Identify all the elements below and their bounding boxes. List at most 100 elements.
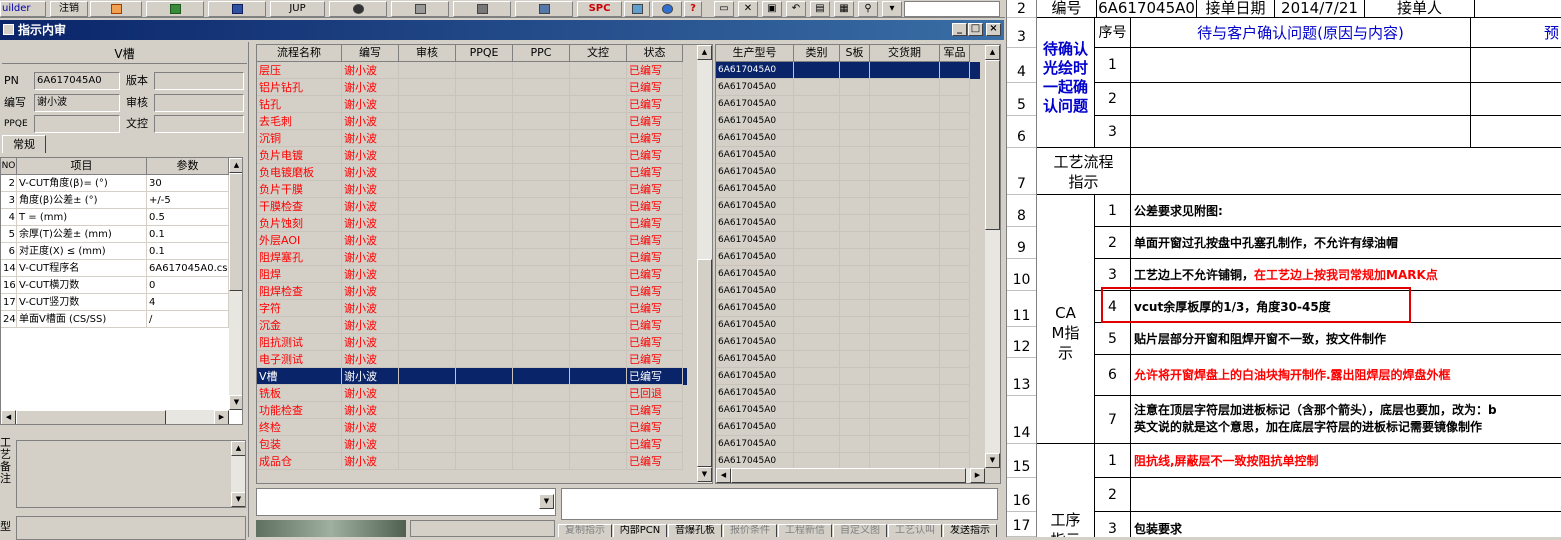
flow-row[interactable]: 去毛刺 谢小波 已编写 <box>257 113 687 130</box>
flow-header-5[interactable]: 文控 <box>570 45 627 62</box>
flow-row[interactable]: 层压 谢小波 已编写 <box>257 62 687 79</box>
bottom-tab-4[interactable]: 工程新信 <box>778 524 832 537</box>
flow-select[interactable]: ▼ <box>256 488 556 516</box>
model-row[interactable]: 6A617045A0 <box>716 198 980 215</box>
models-hscroll-thumb[interactable] <box>731 468 966 483</box>
toolbar-database-icon[interactable] <box>391 1 449 17</box>
row-number[interactable]: 11 <box>1007 291 1036 327</box>
scroll-right-icon[interactable]: ▶ <box>214 410 229 424</box>
model-row[interactable]: 6A617045A0 <box>716 436 980 453</box>
flow-header-6[interactable]: 状态 <box>627 45 683 62</box>
flow-row[interactable]: 铣板 谢小波 已回退 <box>257 385 687 402</box>
toolbar-undo-icon[interactable]: ↶ <box>786 1 806 17</box>
scroll-down-icon[interactable]: ▼ <box>229 395 242 410</box>
toolbar-logout-button[interactable]: 注销 <box>50 1 88 17</box>
flow-row[interactable]: 负片电镀 谢小波 已编写 <box>257 147 687 164</box>
toolbar-preview-icon[interactable]: ▤ <box>810 1 830 17</box>
flow-row[interactable]: 电子测试 谢小波 已编写 <box>257 351 687 368</box>
bottom-tab-3[interactable]: 报价条件 <box>723 524 777 537</box>
toolbar-tools-icon[interactable] <box>453 1 511 17</box>
review-field[interactable] <box>154 94 244 112</box>
toolbar-word-icon[interactable] <box>208 1 266 17</box>
model-row[interactable]: 6A617045A0 <box>716 385 980 402</box>
param-value[interactable]: 4 <box>147 294 229 311</box>
model-row[interactable]: 6A617045A0 <box>716 232 980 249</box>
doc-control-field[interactable] <box>154 115 244 133</box>
toolbar-save-icon[interactable]: ▣ <box>762 1 782 17</box>
model-header-3[interactable]: 交货期 <box>870 45 940 62</box>
scroll-left-icon[interactable]: ◀ <box>1 410 16 424</box>
models-hscroll[interactable]: ◀ ▶ <box>716 468 985 483</box>
row-number[interactable]: 17 <box>1007 512 1036 537</box>
toolbar-computer-icon[interactable] <box>515 1 573 17</box>
toolbar-combo[interactable] <box>904 1 1000 17</box>
bottom-tab-6[interactable]: 工艺认叫 <box>888 524 942 537</box>
flow-row[interactable]: V槽 谢小波 已编写 <box>257 368 687 385</box>
bottom-tab-2[interactable]: 音爆孔板 <box>668 524 722 537</box>
params-hscroll[interactable]: ◀ ▶ <box>1 410 229 424</box>
flow-row[interactable]: 包装 谢小波 已编写 <box>257 436 687 453</box>
window-close-button[interactable]: × <box>986 23 1001 36</box>
flow-row[interactable]: 负电镀磨板 谢小波 已编写 <box>257 164 687 181</box>
flow-row[interactable]: 阻焊 谢小波 已编写 <box>257 266 687 283</box>
flow-row[interactable]: 铝片钻孔 谢小波 已编写 <box>257 79 687 96</box>
model-row[interactable]: 6A617045A0 <box>716 266 980 283</box>
model-row[interactable]: 6A617045A0 <box>716 147 980 164</box>
flow-row[interactable]: 沉金 谢小波 已编写 <box>257 317 687 334</box>
model-header-1[interactable]: 类别 <box>794 45 840 62</box>
flow-row[interactable]: 外层AOI 谢小波 已编写 <box>257 232 687 249</box>
params-header-item[interactable]: 项目 <box>17 158 147 175</box>
scroll-down-icon[interactable]: ▼ <box>985 453 1000 468</box>
params-row[interactable]: 2 V-CUT角度(β)= (°) 30 <box>1 175 229 192</box>
toolbar-excel-icon[interactable] <box>146 1 204 17</box>
row-number[interactable]: 2 <box>1007 0 1036 18</box>
flow-header-2[interactable]: 审核 <box>399 45 456 62</box>
params-row[interactable]: 17 V-CUT竖刀数 4 <box>1 294 229 311</box>
model-row[interactable]: 6A617045A0 <box>716 351 980 368</box>
scroll-up-icon[interactable]: ▲ <box>985 45 1000 60</box>
model-row[interactable]: 6A617045A0 <box>716 368 980 385</box>
row-number[interactable]: 9 <box>1007 227 1036 259</box>
model-header-4[interactable]: 军品 <box>940 45 970 62</box>
param-value[interactable]: 0.5 <box>147 209 229 226</box>
params-row[interactable]: 6 对正度(X) ≤ (mm) 0.1 <box>1 243 229 260</box>
toolbar-office-icon[interactable] <box>90 1 142 17</box>
row-number[interactable]: 7 <box>1007 148 1036 195</box>
flow-vscroll-thumb[interactable] <box>697 259 712 467</box>
flow-vscroll[interactable]: ▲ ▼ <box>697 45 712 483</box>
model-header-0[interactable]: 生产型号 <box>716 45 794 62</box>
param-value[interactable]: 0.1 <box>147 226 229 243</box>
bottom-tab-0[interactable]: 复制指示 <box>558 524 612 537</box>
writer-field[interactable]: 谢小波 <box>34 94 120 112</box>
bottom-tab-5[interactable]: 自定义图 <box>833 524 887 537</box>
model-row[interactable]: 6A617045A0 <box>716 419 980 436</box>
flow-row[interactable]: 沉铜 谢小波 已编写 <box>257 130 687 147</box>
params-vscroll[interactable]: ▲ ▼ <box>229 158 242 410</box>
row-number[interactable]: 14 <box>1007 396 1036 444</box>
flow-row[interactable]: 阻焊检查 谢小波 已编写 <box>257 283 687 300</box>
version-field[interactable] <box>154 72 244 90</box>
scroll-left-icon[interactable]: ◀ <box>716 468 731 483</box>
params-row[interactable]: 16 V-CUT横刀数 0 <box>1 277 229 294</box>
toolbar-ie-icon[interactable] <box>652 1 682 17</box>
toolbar-jup-button[interactable]: JUP <box>270 1 325 17</box>
notes-field[interactable]: ▲ ▼ <box>16 440 246 508</box>
toolbar-new-icon[interactable]: ▭ <box>714 1 734 17</box>
param-value[interactable]: 6A617045A0.cs <box>147 260 229 277</box>
params-header-no[interactable]: NO <box>1 158 17 175</box>
scroll-up-icon[interactable]: ▲ <box>229 158 242 173</box>
flow-header-3[interactable]: PPQE <box>456 45 513 62</box>
params-header-value[interactable]: 参数 <box>147 158 229 175</box>
toolbar-filter-icon[interactable]: ▾ <box>882 1 902 17</box>
flow-row[interactable]: 成品仓 谢小波 已编写 <box>257 453 687 470</box>
notes-vscroll[interactable]: ▲ ▼ <box>231 441 245 507</box>
models-vscroll-thumb[interactable] <box>985 60 1000 230</box>
toolbar-print-icon[interactable]: ▦ <box>834 1 854 17</box>
model-row[interactable]: 6A617045A0 <box>716 402 980 419</box>
model-row[interactable]: 6A617045A0 <box>716 181 980 198</box>
flow-row[interactable]: 负片干膜 谢小波 已编写 <box>257 181 687 198</box>
row-number[interactable]: 6 <box>1007 116 1036 148</box>
pn-field[interactable]: 6A617045A0 <box>34 72 120 90</box>
flow-header-4[interactable]: PPC <box>513 45 570 62</box>
params-hscroll-thumb[interactable] <box>16 410 166 424</box>
